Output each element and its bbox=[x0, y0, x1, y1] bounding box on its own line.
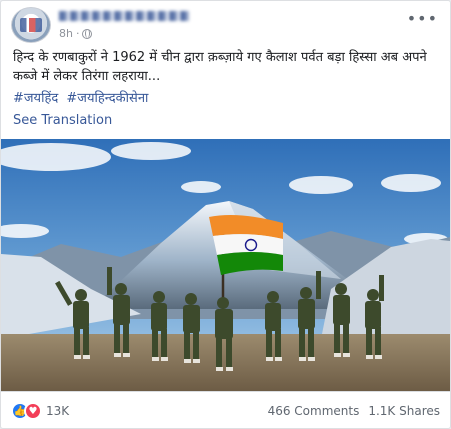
post-timestamp[interactable]: 8h bbox=[59, 27, 73, 40]
meta-separator: · bbox=[75, 27, 80, 40]
post-header: 8h · ••• bbox=[11, 7, 442, 43]
facebook-post-card: 8h · ••• हिन्द के रणबाकुरों ने 1962 में … bbox=[0, 0, 451, 429]
post-text: हिन्द के रणबाकुरों ने 1962 में चीन द्वार… bbox=[13, 50, 427, 84]
shares-count-link[interactable]: 1.1K Shares bbox=[368, 404, 440, 418]
reaction-summary[interactable]: 👍 ♥ 13K bbox=[11, 402, 69, 420]
post-hashtags: #जयहिंद #जयहिन्दकीसेना bbox=[13, 90, 152, 107]
ground bbox=[1, 334, 450, 391]
globe-icon[interactable] bbox=[82, 28, 93, 39]
hashtag-link[interactable]: #जयहिन्दकीसेना bbox=[66, 91, 148, 106]
avatar-logo bbox=[20, 18, 42, 32]
more-options-icon[interactable]: ••• bbox=[407, 9, 438, 28]
blurred-author-name[interactable] bbox=[59, 11, 189, 21]
photo-illustration bbox=[1, 139, 450, 391]
engagement-stats: 466 Comments 1.1K Shares bbox=[268, 404, 440, 418]
see-translation-link[interactable]: See Translation bbox=[13, 113, 112, 128]
post-footer: 👍 ♥ 13K 466 Comments 1.1K Shares bbox=[1, 391, 450, 429]
post-photo[interactable] bbox=[1, 139, 450, 391]
page-avatar[interactable] bbox=[11, 7, 51, 43]
post-meta: 8h · bbox=[59, 27, 93, 40]
hashtag-link[interactable]: #जयहिंद bbox=[13, 91, 58, 106]
love-reaction-icon: ♥ bbox=[24, 402, 42, 420]
comments-count-link[interactable]: 466 Comments bbox=[268, 404, 360, 418]
reaction-count: 13K bbox=[46, 404, 70, 418]
